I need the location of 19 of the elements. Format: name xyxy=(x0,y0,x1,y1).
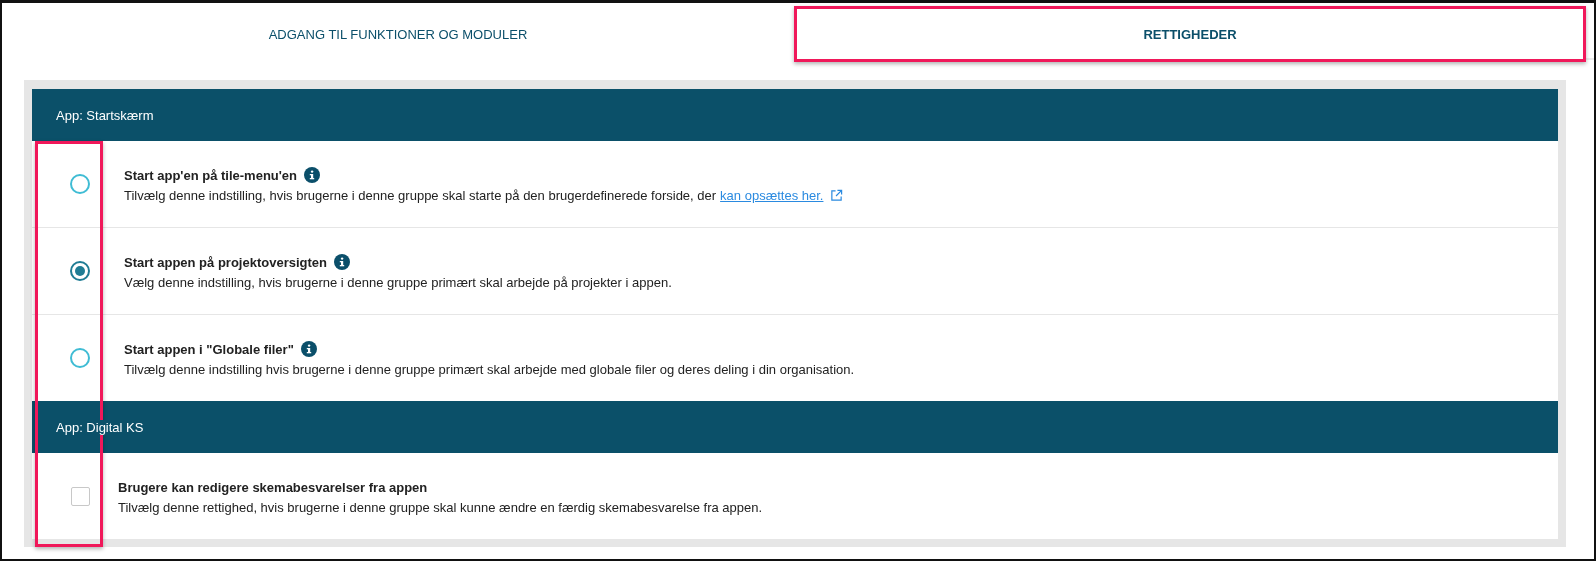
info-icon[interactable] xyxy=(300,341,317,357)
info-icon[interactable] xyxy=(304,167,321,183)
option-title: Start appen på projektoversigten xyxy=(124,254,327,270)
option-title: Start app'en på tile-menu'en xyxy=(124,167,298,183)
radio-button[interactable] xyxy=(70,348,90,368)
option-description: Tilvælg denne indstilling, hvis brugerne i denne gruppe skal starte på den brugerdefinerede forside, der xyxy=(124,188,717,203)
option-description: Vælg denne indstilling, hvis brugerne i denne gruppe primært skal arbejde på projekter i appen. xyxy=(124,275,672,290)
option-title: Brugere kan redigere skemabesvarelser fra appen xyxy=(118,479,428,495)
option-description: Tilvælg denne rettighed, hvis brugerne i denne gruppe skal kunne ændre en færdig skemabesvarelse fra appen. xyxy=(118,499,763,515)
checkbox[interactable] xyxy=(70,486,90,506)
setup-link[interactable]: kan opsættes her. xyxy=(720,188,824,203)
option-title: Start appen i "Globale filer" xyxy=(124,341,294,357)
radio-button[interactable] xyxy=(70,174,90,194)
option-description: Tilvælg denne indstilling hvis brugerne i denne gruppe primært skal arbejde med globale filer og deres deling i din organisation. xyxy=(124,362,855,377)
external-link-icon xyxy=(830,189,844,202)
radio-button[interactable] xyxy=(70,261,90,281)
info-icon[interactable] xyxy=(334,254,350,270)
tab[interactable]: RETTIGHEDER xyxy=(794,6,1586,62)
section-title: App: Digital KS xyxy=(56,419,144,435)
